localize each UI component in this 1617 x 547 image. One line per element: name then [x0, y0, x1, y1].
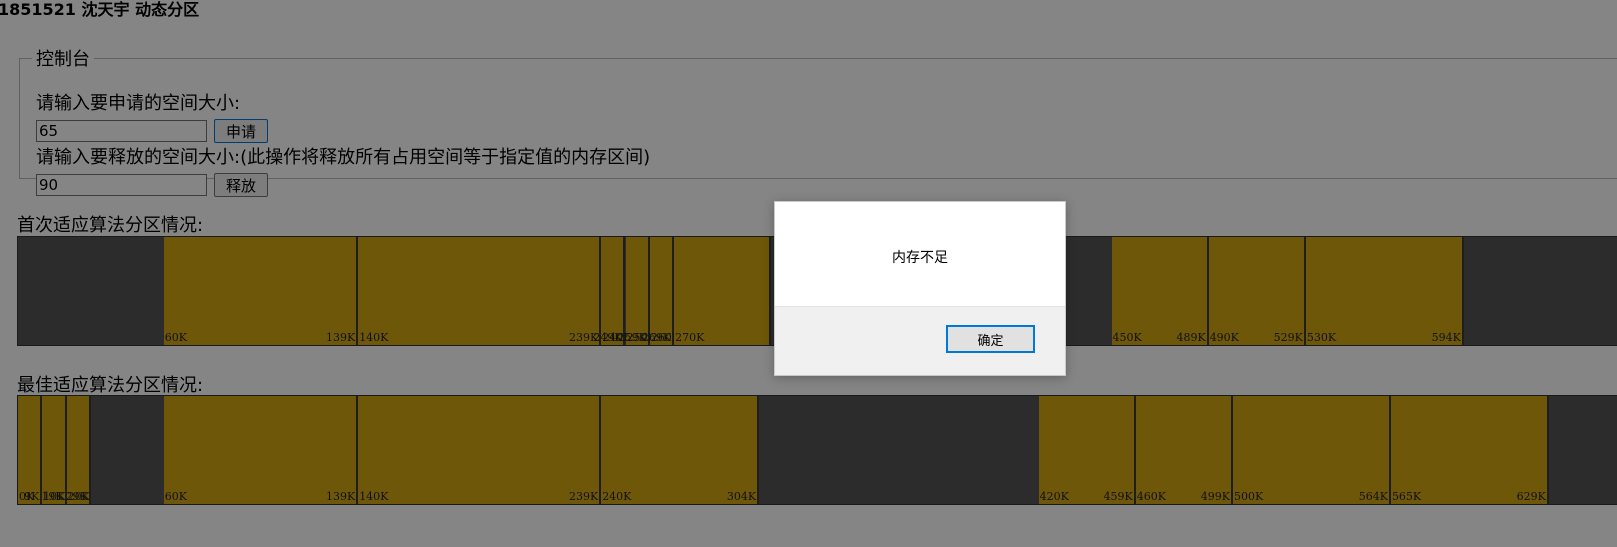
alert-footer: 确定	[775, 306, 1065, 375]
alert-message: 内存不足	[892, 250, 948, 266]
ok-button[interactable]: 确定	[946, 325, 1035, 353]
alert-dialog: 内存不足 确定	[774, 201, 1066, 376]
